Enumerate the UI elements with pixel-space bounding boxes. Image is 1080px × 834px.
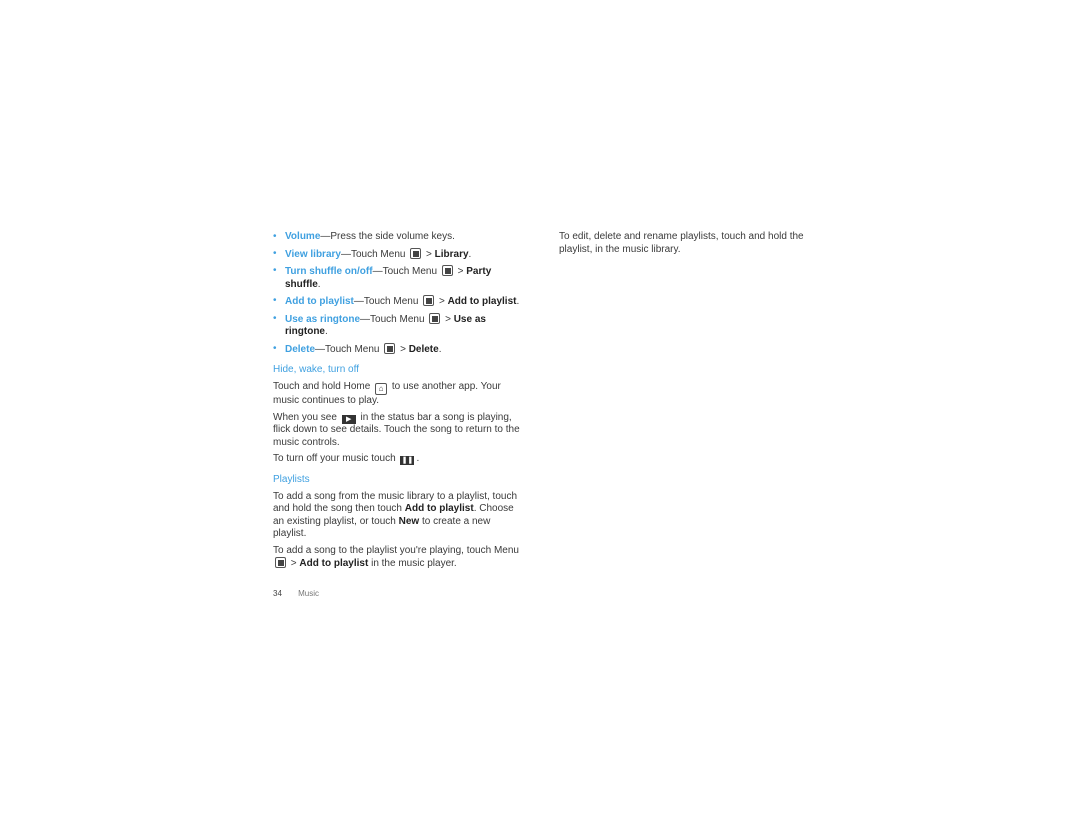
bold-text: Add to playlist (404, 503, 474, 514)
punct: . (468, 248, 472, 260)
bullet-list: • Volume—Press the side volume keys. • V… (273, 231, 523, 356)
menu-icon (423, 295, 435, 306)
paragraph-add-song: To add a song from the music library to … (273, 491, 523, 541)
menu-icon (275, 557, 286, 568)
home-icon: ⌂ (375, 383, 388, 395)
bullet-term: Turn shuffle on/off (285, 266, 373, 277)
heading-playlists: Playlists (273, 473, 310, 485)
bullet-volume: • Volume—Press the side volume keys. (273, 231, 523, 244)
bullet-term: Delete (285, 343, 316, 355)
bullet-target: Add to playlist (447, 296, 517, 307)
bullet-text: —Touch Menu (372, 266, 438, 277)
bullet-dot: • (273, 312, 277, 324)
punct: . (325, 326, 328, 337)
separator: > (400, 343, 406, 355)
heading-hide-wake-turn-off: Hide, wake, turn off (273, 364, 359, 375)
separator: > (426, 248, 432, 260)
text: To turn off your music touch (273, 453, 396, 464)
menu-icon (441, 265, 453, 276)
paragraph-add-playing: To add a song to the playlist you're pla… (273, 545, 523, 571)
paragraph-edit-playlists: To edit, delete and rename playlists, to… (559, 231, 804, 255)
separator: > (438, 296, 445, 307)
section-name: Music (298, 589, 320, 598)
text: When you see (273, 411, 337, 423)
paragraph-status-bar: When you see ▶ in the status bar a song … (273, 412, 523, 450)
bullet-term: Add to playlist (285, 296, 354, 307)
bullet-dot: • (273, 342, 277, 354)
text: . (416, 453, 420, 464)
punct: . (438, 343, 442, 355)
paragraph-home: Touch and hold Home ⌂ to use another app… (273, 381, 523, 408)
bullet-term: View library (285, 248, 341, 260)
bullet-text: —Press the side volume keys. (320, 231, 455, 242)
bullet-ringtone: • Use as ringtone—Touch Menu > Use as ri… (273, 312, 523, 339)
bold-text: New (398, 515, 420, 527)
bold-text: Add to playlist (299, 558, 369, 569)
bullet-dot: • (273, 295, 277, 306)
page-number: 34 (273, 589, 282, 598)
bullet-target: Delete (408, 343, 439, 355)
bullet-text: —Touch Menu (360, 313, 425, 325)
menu-icon (429, 312, 441, 324)
bullet-text: —Touch Menu (340, 248, 406, 260)
bullet-text: —Touch Menu (315, 343, 380, 355)
bullet-dot: • (273, 265, 277, 276)
right-column: To edit, delete and rename playlists, to… (559, 231, 809, 260)
left-column: • Volume—Press the side volume keys. • V… (273, 231, 523, 575)
bullet-delete: • Delete—Touch Menu > Delete. (273, 342, 523, 357)
bullet-shuffle: • Turn shuffle on/off—Touch Menu > Party… (273, 265, 523, 291)
bullet-dot: • (273, 247, 277, 259)
separator: > (457, 266, 464, 277)
page-footer: 34 Music (273, 589, 333, 598)
text: in the music player. (371, 558, 457, 569)
menu-icon (410, 247, 422, 259)
pause-icon: ❚❚ (400, 456, 415, 465)
bullet-text: —Touch Menu (353, 296, 419, 307)
bullet-term: Volume (285, 231, 321, 242)
menu-icon (384, 342, 396, 354)
bullet-view-library: • View library—Touch Menu > Library. (273, 247, 523, 262)
punct: . (317, 278, 321, 290)
bullet-target: Library (434, 248, 469, 260)
text: To add a song to the playlist you're pla… (273, 544, 519, 556)
bullet-dot: • (273, 231, 277, 242)
separator: > (290, 558, 297, 569)
paragraph-turn-off: To turn off your music touch ❚❚. (273, 453, 523, 466)
play-icon: ▶ (341, 414, 356, 424)
punct: . (516, 296, 520, 307)
bullet-add-to-playlist: • Add to playlist—Touch Menu > Add to pl… (273, 295, 523, 309)
text: Touch and hold Home (273, 381, 371, 392)
bullet-term: Use as ringtone (285, 313, 361, 325)
separator: > (445, 313, 451, 325)
